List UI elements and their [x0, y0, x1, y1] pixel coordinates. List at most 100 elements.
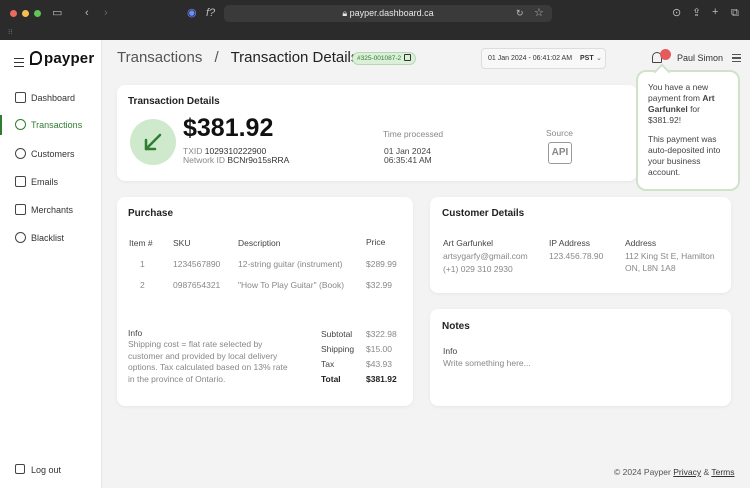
logout-button[interactable]: Log out — [0, 460, 101, 480]
user-menu-icon[interactable] — [732, 54, 741, 64]
customer-details-title: Customer Details — [442, 208, 525, 219]
minimize-window-button[interactable] — [22, 10, 29, 17]
network-id-row: Network ID BCNr9o15sRRA — [183, 155, 290, 165]
customer-phone: (+1) 029 310 2930 — [443, 264, 513, 274]
tax-label: Tax — [321, 359, 335, 369]
extension-icon[interactable]: ◉ — [187, 8, 197, 19]
col-header-price: Price — [366, 237, 386, 247]
sidebar-item-label: Customers — [31, 149, 75, 159]
downloads-icon[interactable]: ⊙ — [672, 8, 681, 19]
shipping-label: Shipping — [321, 344, 355, 354]
total-value: $381.92 — [366, 374, 397, 384]
notes-info-label: Info — [443, 346, 458, 356]
col-header-description: Description — [238, 238, 281, 248]
tax-value: $43.93 — [366, 359, 392, 369]
transaction-amount: $381.92 — [183, 114, 274, 142]
address-bar[interactable]: 🔒︎ payper.dashboard.ca ↻ — [224, 5, 552, 22]
user-name[interactable]: Paul Simon — [677, 53, 723, 63]
transaction-details-title: Transaction Details — [128, 96, 220, 107]
datetime-select[interactable]: 01 Jan 2024 - 06:41:02 AM PST ⌄ — [481, 48, 606, 69]
row-price: $289.99 — [366, 259, 397, 269]
store-icon — [15, 204, 26, 215]
customer-name: Art Garfunkel — [443, 238, 494, 248]
breadcrumb-separator: / — [214, 49, 219, 66]
reload-icon[interactable]: ↻ — [516, 8, 524, 19]
arrow-down-left-icon — [144, 133, 162, 151]
subtotal-value: $322.98 — [366, 329, 397, 339]
time-processed-label: Time processed — [383, 129, 444, 139]
grid-icon — [15, 92, 26, 103]
sidebar-item-merchants[interactable]: Merchants — [0, 199, 101, 221]
bookmark-star-icon[interactable]: ☆ — [534, 8, 544, 19]
total-label: Total — [321, 374, 341, 384]
hamburger-menu-icon[interactable] — [14, 58, 24, 69]
timezone-label: PST — [580, 55, 594, 62]
ip-address-value: 123.456.78.90 — [549, 251, 604, 261]
sidebar-item-label: Dashboard — [31, 93, 76, 103]
row-description: "How To Play Guitar" (Book) — [238, 280, 345, 290]
ip-address-label: IP Address — [549, 238, 590, 248]
source-label: Source — [546, 128, 573, 138]
back-icon[interactable]: ‹ — [85, 8, 89, 19]
users-icon — [15, 148, 26, 159]
new-tab-icon[interactable]: + — [712, 7, 718, 18]
lock-icon: 🔒︎ — [342, 8, 350, 18]
address-line2: ON, L8N 1A8 — [625, 263, 676, 273]
purchase-info-label: Info — [128, 328, 143, 338]
row-item-number: 2 — [140, 280, 145, 290]
api-source-icon: API — [548, 142, 572, 164]
exchange-icon — [15, 119, 26, 130]
sidebar-item-customers[interactable]: Customers — [0, 143, 101, 165]
sidebar-item-label: Blacklist — [31, 233, 65, 243]
sidebar-item-label: Emails — [31, 177, 59, 187]
url-text: 🔒︎ payper.dashboard.ca — [342, 8, 434, 18]
sidebar: payper Dashboard Transactions Customers … — [0, 40, 102, 488]
sidebar-item-label: Merchants — [31, 205, 74, 215]
notification-detail: This payment was auto-deposited into you… — [648, 134, 721, 177]
time-processed-time: 06:35:41 AM — [384, 155, 432, 165]
sidebar-item-label: Transactions — [31, 120, 83, 130]
row-sku: 0987654321 — [173, 280, 221, 290]
terms-link[interactable]: Terms — [711, 467, 734, 477]
breadcrumb: Transactions / Transaction Details — [117, 49, 358, 66]
notification-message: You have a new payment from Art Garfunke… — [648, 82, 715, 125]
notes-title: Notes — [442, 321, 470, 332]
purchase-title: Purchase — [128, 208, 174, 219]
row-price: $32.99 — [366, 280, 392, 290]
browser-chrome: ▭ ‹ › ◉ f? 🔒︎ payper.dashboard.ca ↻ ☆ ⊙ … — [0, 0, 750, 40]
share-icon[interactable]: ⇪ — [692, 8, 701, 19]
tab-overview-icon[interactable]: ⧉ — [731, 8, 739, 19]
row-sku: 1234567890 — [173, 259, 221, 269]
sidebar-item-blacklist[interactable]: Blacklist — [0, 227, 101, 249]
maximize-window-button[interactable] — [34, 10, 41, 17]
sidebar-item-transactions[interactable]: Transactions — [0, 114, 101, 136]
customer-email: artsygarfy@gmail.com — [443, 251, 528, 261]
breadcrumb-parent-link[interactable]: Transactions — [117, 49, 202, 66]
subtotal-label: Subtotal — [321, 329, 353, 339]
notification-popover: You have a new payment from Art Garfunke… — [636, 70, 740, 191]
sidebar-toggle-icon[interactable]: ▭ — [52, 8, 62, 19]
sidebar-item-dashboard[interactable]: Dashboard — [0, 87, 101, 109]
chevron-down-icon: ⌄ — [596, 55, 602, 62]
notes-input[interactable]: Write something here... — [443, 358, 713, 368]
address-label: Address — [625, 238, 657, 248]
address-line1: 112 King St E, Hamilton — [625, 251, 715, 261]
payper-logo[interactable]: payper — [30, 50, 94, 67]
col-header-sku: SKU — [173, 238, 191, 248]
sidebar-item-emails[interactable]: Emails — [0, 171, 101, 193]
privacy-link[interactable]: Privacy — [673, 467, 701, 477]
envelope-icon — [15, 176, 26, 187]
transaction-id-badge[interactable]: #325-001087-2 — [352, 52, 417, 65]
shipping-value: $15.00 — [366, 344, 392, 354]
notification-dot — [660, 49, 671, 60]
purchase-info-text: Shipping cost = flat rate selected by cu… — [128, 339, 288, 384]
row-description: 12-string guitar (instrument) — [238, 259, 343, 269]
logout-icon — [15, 464, 25, 474]
formula-extension-icon[interactable]: f? — [206, 8, 215, 19]
page-title: Transaction Details — [230, 49, 359, 66]
copy-icon[interactable] — [404, 54, 412, 61]
close-window-button[interactable] — [10, 10, 17, 17]
footer: © 2024 Payper Privacy & Terms — [614, 467, 735, 477]
forward-icon[interactable]: › — [104, 8, 108, 19]
incoming-payment-icon — [130, 119, 176, 165]
